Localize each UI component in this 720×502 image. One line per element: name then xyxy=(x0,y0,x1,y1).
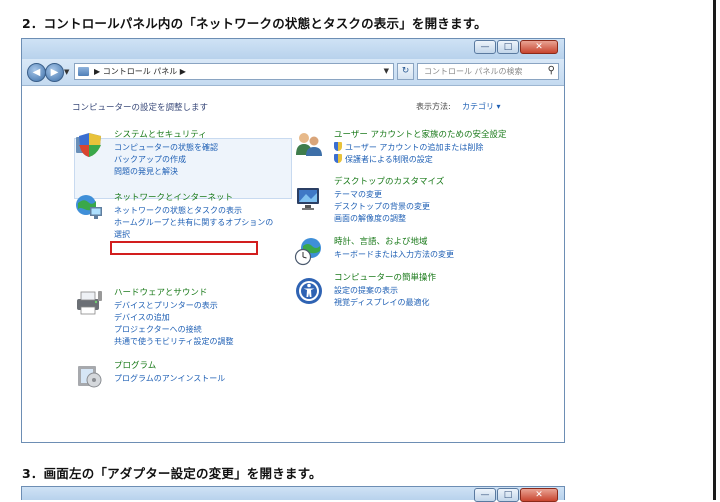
category-title[interactable]: コンピューターの簡単操作 xyxy=(334,272,436,285)
category-title[interactable]: システムとセキュリティ xyxy=(114,129,218,142)
category-title[interactable]: ユーザー アカウントと家族のための安全設定 xyxy=(334,129,507,142)
maximize-button[interactable]: □ xyxy=(497,40,519,54)
highlight-rectangle xyxy=(110,241,258,255)
category-title[interactable]: ネットワークとインターネット xyxy=(114,192,273,205)
address-dropdown-icon[interactable]: ▼ xyxy=(384,67,389,75)
category-title[interactable]: ハードウェアとサウンド xyxy=(114,287,234,300)
link-change-background[interactable]: デスクトップの背景の変更 xyxy=(334,201,444,213)
address-text: ▶ コントロール パネル ▶ xyxy=(94,67,186,76)
uac-shield-icon xyxy=(334,153,342,163)
control-panel-window: — □ ✕ ◀ ▶ ▼ ▶ コントロール パネル ▶ ▼ ↻ コントロール パネ… xyxy=(21,38,565,443)
category-title[interactable]: 時計、言語、および地域 xyxy=(334,236,454,249)
search-icon[interactable]: ⚲ xyxy=(548,65,555,76)
view-by-label: 表示方法: xyxy=(416,102,451,111)
address-bar[interactable]: ▶ コントロール パネル ▶ ▼ xyxy=(74,63,394,80)
link-homegroup-sharing[interactable]: ホームグループと共有に関するオプションの xyxy=(114,217,273,229)
back-button[interactable]: ◀ xyxy=(27,63,46,82)
link-recommended-settings[interactable]: 設定の提案の表示 xyxy=(334,285,436,297)
link-backup[interactable]: バックアップの作成 xyxy=(114,154,218,166)
control-panel-icon xyxy=(78,67,89,76)
uac-shield-icon xyxy=(334,141,342,151)
link-add-remove-accounts[interactable]: ユーザー アカウントの追加または削除 xyxy=(334,141,507,154)
titlebar: — □ ✕ xyxy=(22,39,564,59)
forward-button[interactable]: ▶ xyxy=(45,63,64,82)
monitor-icon xyxy=(297,188,319,210)
next-window-titlebar: — □ ✕ xyxy=(21,486,565,502)
ease-of-access-icon xyxy=(296,278,322,304)
programs-icon xyxy=(78,366,102,388)
recent-pages-dropdown[interactable]: ▼ xyxy=(64,68,69,76)
page-title: コンピューターの設定を調整します xyxy=(72,103,209,113)
link-troubleshoot[interactable]: 問題の発見と解決 xyxy=(114,166,218,178)
step-2-heading: 2．コントロールパネル内の「ネットワークの状態とタスクの表示」を開きます。 xyxy=(22,16,487,31)
shield-pc-icon xyxy=(76,133,101,157)
link-homegroup-sharing-cont[interactable]: 選択 xyxy=(114,229,273,241)
link-keyboard-input[interactable]: キーボードまたは入力方法の変更 xyxy=(334,249,454,261)
view-by-dropdown[interactable]: カテゴリ ▾ xyxy=(462,101,501,112)
link-add-device[interactable]: デバイスの追加 xyxy=(114,312,234,324)
link-screen-resolution[interactable]: 画面の解像度の調整 xyxy=(334,213,444,225)
refresh-button[interactable]: ↻ xyxy=(397,63,414,80)
link-optimize-display[interactable]: 視覚ディスプレイの最適化 xyxy=(334,297,436,309)
search-input[interactable]: コントロール パネルの検索 ⚲ xyxy=(417,63,559,80)
navigation-bar: ◀ ▶ ▼ ▶ コントロール パネル ▶ ▼ ↻ コントロール パネルの検索 ⚲ xyxy=(22,59,564,86)
link-check-status[interactable]: コンピューターの状態を確認 xyxy=(114,142,218,154)
printer-icon xyxy=(77,291,102,315)
caption-buttons: — □ ✕ xyxy=(474,40,558,54)
step-3-heading: 3．画面左の「アダプター設定の変更」を開きます。 xyxy=(22,466,322,481)
close-button[interactable]: ✕ xyxy=(520,40,558,54)
users-icon xyxy=(296,133,322,156)
link-devices-printers[interactable]: デバイスとプリンターの表示 xyxy=(114,300,234,312)
link-network-status-tasks[interactable]: ネットワークの状態とタスクの表示 xyxy=(114,205,273,217)
link-parental-controls[interactable]: 保護者による制限の設定 xyxy=(334,153,507,166)
clock-globe-icon xyxy=(294,238,321,266)
category-title[interactable]: プログラム xyxy=(114,360,225,373)
link-add-remove-accounts-label: ユーザー アカウントの追加または削除 xyxy=(345,142,484,152)
network-globe-icon xyxy=(76,195,102,219)
link-mobility-settings[interactable]: 共通で使うモビリティ設定の調整 xyxy=(114,336,234,348)
control-panel-content: コンピューターの設定を調整します 表示方法: カテゴリ ▾ システムとセキュリテ… xyxy=(22,86,564,442)
category-title[interactable]: デスクトップのカスタマイズ xyxy=(334,176,444,189)
search-placeholder: コントロール パネルの検索 xyxy=(424,67,523,76)
link-uninstall-program[interactable]: プログラムのアンインストール xyxy=(114,373,225,385)
link-change-theme[interactable]: テーマの変更 xyxy=(334,189,444,201)
minimize-button[interactable]: — xyxy=(474,40,496,54)
link-parental-controls-label: 保護者による制限の設定 xyxy=(345,154,433,164)
link-connect-projector[interactable]: プロジェクターへの接続 xyxy=(114,324,234,336)
